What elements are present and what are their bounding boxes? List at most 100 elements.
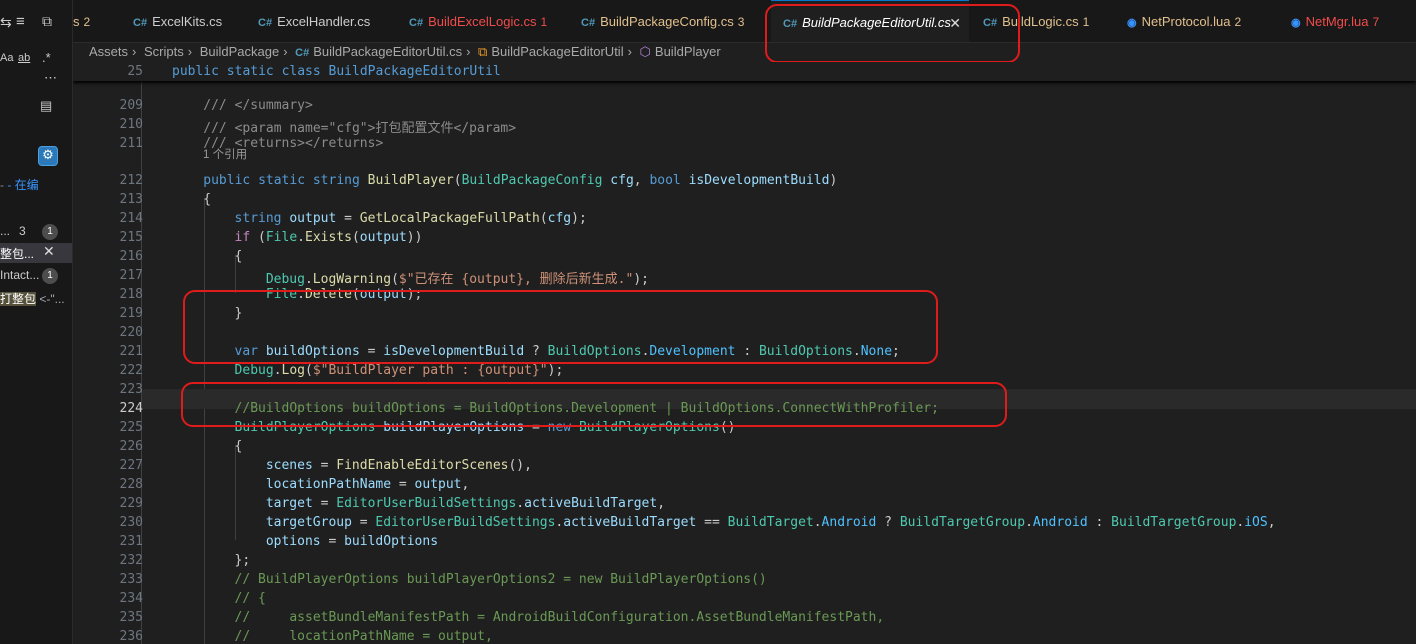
code-line: }; — [234, 553, 251, 568]
breadcrumb-item[interactable]: BuildPackageEditorUtil — [491, 44, 623, 59]
lua-file-icon: ◉ — [1291, 17, 1301, 29]
code-line: if (File.Exists(output)) — [234, 230, 423, 245]
match-case-icon[interactable]: Aa — [0, 52, 13, 64]
code-line: // assetBundleManifestPath = AndroidBuil… — [234, 610, 885, 625]
search-toggle-icon[interactable]: ⇆ — [0, 14, 12, 31]
line-number: 218 — [119, 287, 143, 302]
line-number: 231 — [119, 534, 143, 549]
close-icon[interactable]: ✕ — [43, 243, 55, 260]
line-number: 236 — [119, 629, 143, 644]
result-item[interactable]: Intact... — [0, 268, 39, 282]
code-line: Debug.Log($"BuildPlayer path : {output}"… — [234, 363, 564, 378]
line-number: 214 — [119, 211, 143, 226]
line-number: 217 — [119, 268, 143, 283]
csharp-file-icon: C# — [581, 17, 596, 29]
line-number: 222 — [119, 363, 143, 378]
class-icon: ⧉ — [478, 44, 488, 59]
line-number: 235 — [119, 610, 143, 625]
regex-icon[interactable]: .* — [42, 50, 51, 65]
line-number: 215 — [119, 230, 143, 245]
code-line: { — [203, 192, 212, 207]
replace-link[interactable]: - - 在编 — [0, 176, 39, 193]
tab-netmgr[interactable]: ◉ NetMgr.lua 7 — [1291, 0, 1379, 42]
result-count: 3 — [19, 224, 26, 238]
line-number: 229 — [119, 496, 143, 511]
code-line: public static string BuildPlayer(BuildPa… — [203, 173, 838, 188]
code-line: // { — [234, 591, 266, 606]
breadcrumb-item[interactable]: BuildPlayer — [655, 44, 721, 59]
open-editor-icon[interactable]: ▤ — [40, 98, 52, 114]
line-number: 233 — [119, 572, 143, 587]
side-panel: ⇆ ≡ ⧉ Aa ab .* ⋯ ▤ ⚙ - - 在编 ... 3 1 整包..… — [0, 0, 73, 644]
code-line: scenes = FindEnableEditorScenes(), — [265, 458, 532, 473]
code-line: { — [234, 249, 243, 264]
csharp-file-icon: C# — [295, 47, 310, 59]
csharp-file-icon: C# — [409, 17, 424, 29]
code-line: Debug.LogWarning($"已存在 {output}, 删除后新生成.… — [265, 272, 649, 287]
tab-netprotocol[interactable]: ◉ NetProtocol.lua 2 — [1127, 0, 1241, 42]
code-line: /// <param name="cfg">打包配置文件</param> — [203, 121, 517, 136]
selected-result-row[interactable]: 整包... ✕ — [0, 243, 72, 263]
line-number: 225 — [119, 420, 143, 435]
tab-partial[interactable]: s2 — [73, 0, 101, 42]
indent-guide — [235, 445, 236, 540]
breadcrumb-item[interactable]: BuildPackage — [200, 44, 280, 59]
result-badge: 1 — [42, 268, 58, 284]
breadcrumb: Assets › Scripts › BuildPackage › C# BuildPa… — [89, 44, 721, 59]
line-number: 223 — [119, 382, 143, 397]
tab-excelkits[interactable]: C# ExcelKits.cs — [133, 0, 222, 42]
code-line: string output = GetLocalPackageFullPath(… — [234, 211, 587, 226]
annotation-box-active-tab — [765, 4, 1020, 63]
whole-word-icon[interactable]: ab — [18, 52, 30, 64]
collapse-icon[interactable]: ⧉ — [42, 13, 52, 30]
line-number: 226 — [119, 439, 143, 454]
line-number: 209 — [119, 98, 143, 113]
result-item[interactable]: 打整包 <-"... — [0, 290, 65, 307]
line-number: 211 — [119, 136, 143, 151]
annotation-box-commented-line — [181, 382, 1007, 427]
method-icon: ⬡ — [639, 44, 651, 59]
breadcrumb-item[interactable]: Assets — [89, 44, 128, 59]
tab-buildexcellogic[interactable]: C# BuildExcelLogic.cs 1 — [409, 0, 547, 42]
code-line: public static class BuildPackageEditorUt… — [172, 64, 501, 79]
lua-file-icon: ◉ — [1127, 17, 1137, 29]
line-number: 232 — [119, 553, 143, 568]
tab-excelhandler[interactable]: C# ExcelHandler.cs — [258, 0, 370, 42]
codelens-references[interactable]: 1 个引用 — [203, 146, 247, 162]
list-icon[interactable]: ≡ — [16, 13, 25, 30]
line-number: 210 — [119, 117, 143, 132]
line-number: 224 — [119, 401, 143, 416]
csharp-file-icon: C# — [133, 17, 148, 29]
more-icon[interactable]: ⋯ — [44, 70, 57, 86]
line-number: 25 — [127, 64, 143, 79]
line-number: 216 — [119, 249, 143, 264]
line-number: 212 — [119, 173, 143, 188]
settings-gear-icon[interactable]: ⚙ — [38, 146, 58, 166]
annotation-box-build-options — [183, 290, 938, 364]
result-item-label: 整包... — [0, 247, 35, 261]
code-line: target = EditorUserBuildSettings.activeB… — [265, 496, 666, 511]
breadcrumb-item[interactable]: BuildPackageEditorUtil.cs — [313, 44, 462, 59]
code-line: // locationPathName = output, — [234, 629, 493, 644]
line-number: 220 — [119, 325, 143, 340]
line-number: 230 — [119, 515, 143, 530]
code-line: // BuildPlayerOptions buildPlayerOptions… — [234, 572, 767, 587]
line-number: 234 — [119, 591, 143, 606]
line-number: 219 — [119, 306, 143, 321]
line-number: 213 — [119, 192, 143, 207]
code-line: locationPathName = output, — [265, 477, 470, 492]
line-number: 221 — [119, 344, 143, 359]
csharp-file-icon: C# — [258, 17, 273, 29]
code-line: /// </summary> — [203, 98, 313, 113]
result-item[interactable]: ... — [0, 224, 10, 238]
line-number: 228 — [119, 477, 143, 492]
sticky-scroll-header[interactable]: 25 public static class BuildPackageEdito… — [73, 62, 1416, 81]
editor-tab-bar: s2 C# ExcelKits.cs C# ExcelHandler.cs C# Bu… — [73, 0, 1416, 43]
code-line: options = buildOptions — [265, 534, 439, 549]
code-line: { — [234, 439, 243, 454]
result-badge: 1 — [42, 224, 58, 240]
breadcrumb-item[interactable]: Scripts — [144, 44, 184, 59]
line-number: 227 — [119, 458, 143, 473]
code-line: targetGroup = EditorUserBuildSettings.ac… — [265, 515, 1276, 530]
tab-buildpackageconfig[interactable]: C# BuildPackageConfig.cs 3 — [581, 0, 744, 42]
